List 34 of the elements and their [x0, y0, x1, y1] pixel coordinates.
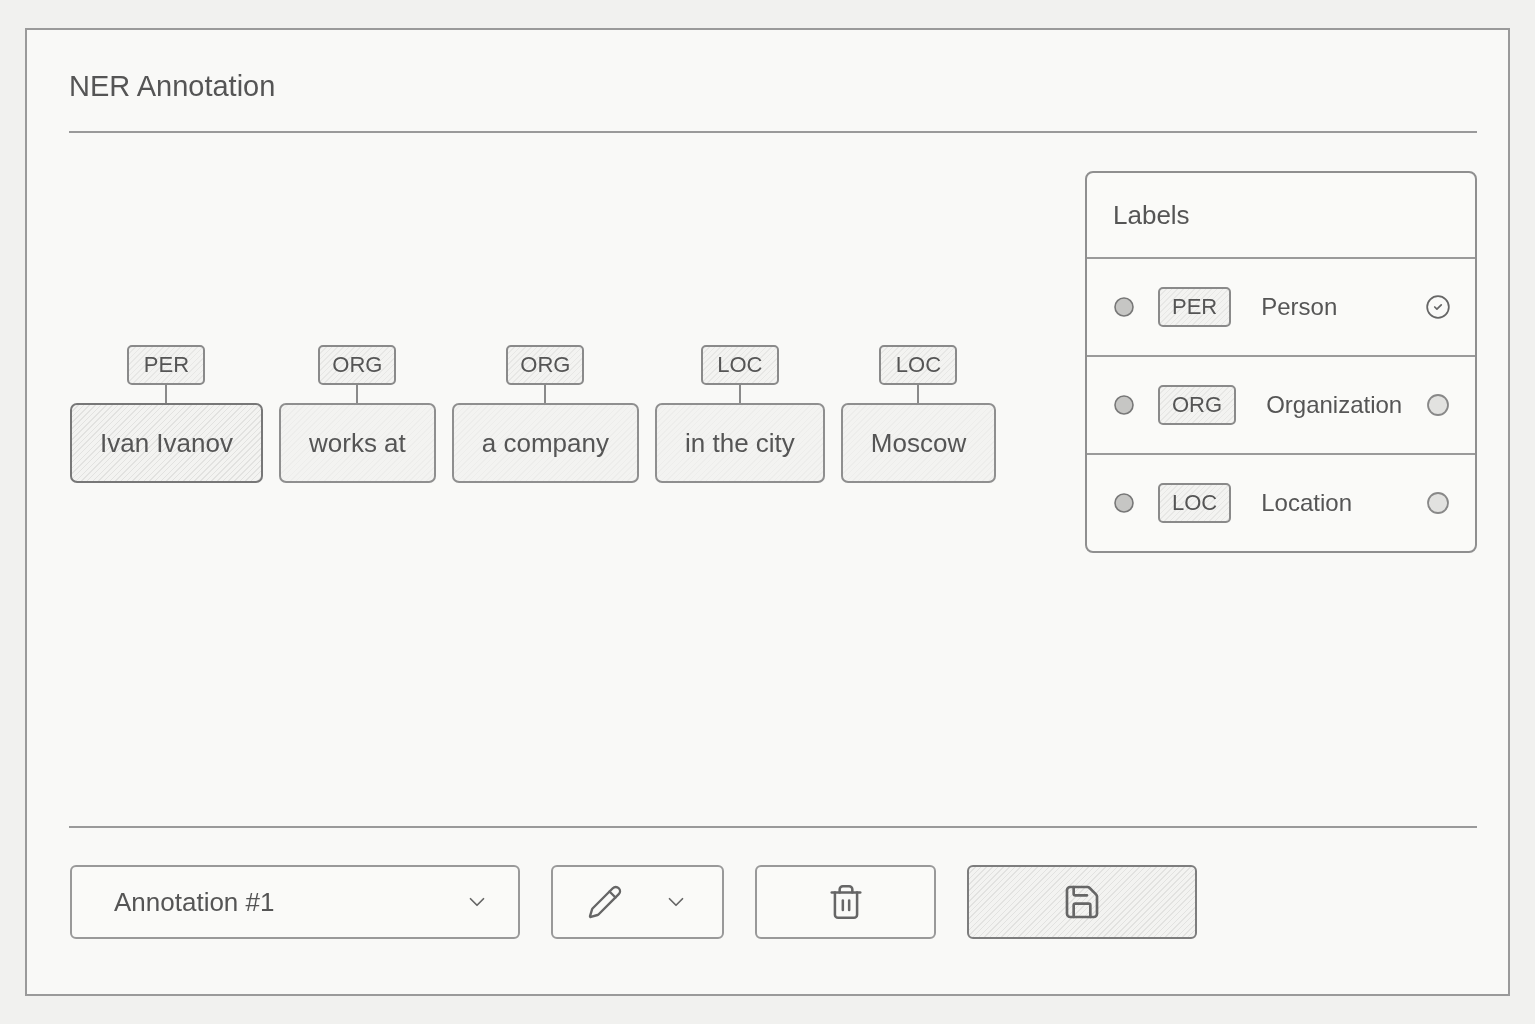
label-name: Location	[1261, 489, 1353, 517]
label-tag: ORG	[1158, 385, 1237, 425]
entity-tag: ORG	[506, 345, 585, 385]
edit-button[interactable]	[551, 865, 724, 939]
delete-button[interactable]	[755, 865, 936, 939]
label-name: Person	[1261, 293, 1339, 321]
token-chip[interactable]: in the city	[655, 403, 825, 483]
entity-tag: LOC	[879, 345, 958, 385]
token-chip[interactable]: Ivan Ivanov	[70, 403, 263, 483]
annotation-select[interactable]: Annotation #1	[70, 865, 520, 939]
entity-tag: PER	[127, 345, 206, 385]
dot-icon	[1114, 297, 1134, 317]
connector-line	[544, 385, 547, 403]
label-name: Organization	[1266, 391, 1404, 419]
label-tag: LOC	[1158, 483, 1232, 523]
dot-icon	[1114, 395, 1134, 415]
token-chip[interactable]: Moscow	[840, 403, 997, 483]
empty-circle-icon[interactable]	[1425, 490, 1451, 516]
entity-tag: ORG	[318, 345, 397, 385]
window-title: NER Annotation	[69, 70, 277, 102]
entity-tag: LOC	[700, 345, 779, 385]
check-circle-icon[interactable]	[1425, 294, 1451, 320]
token-chip[interactable]: works at	[279, 403, 436, 483]
save-button[interactable]	[967, 865, 1197, 939]
label-tag: PER	[1158, 287, 1232, 327]
connector-line	[738, 385, 741, 403]
empty-circle-icon[interactable]	[1425, 392, 1451, 418]
token-chip[interactable]: a company	[451, 403, 639, 483]
pencil-icon	[586, 884, 623, 920]
connector-line	[917, 385, 920, 403]
panel-title: Labels	[1112, 198, 1191, 232]
dot-icon	[1114, 493, 1134, 513]
connector-line	[356, 385, 359, 403]
connector-line	[165, 385, 168, 403]
